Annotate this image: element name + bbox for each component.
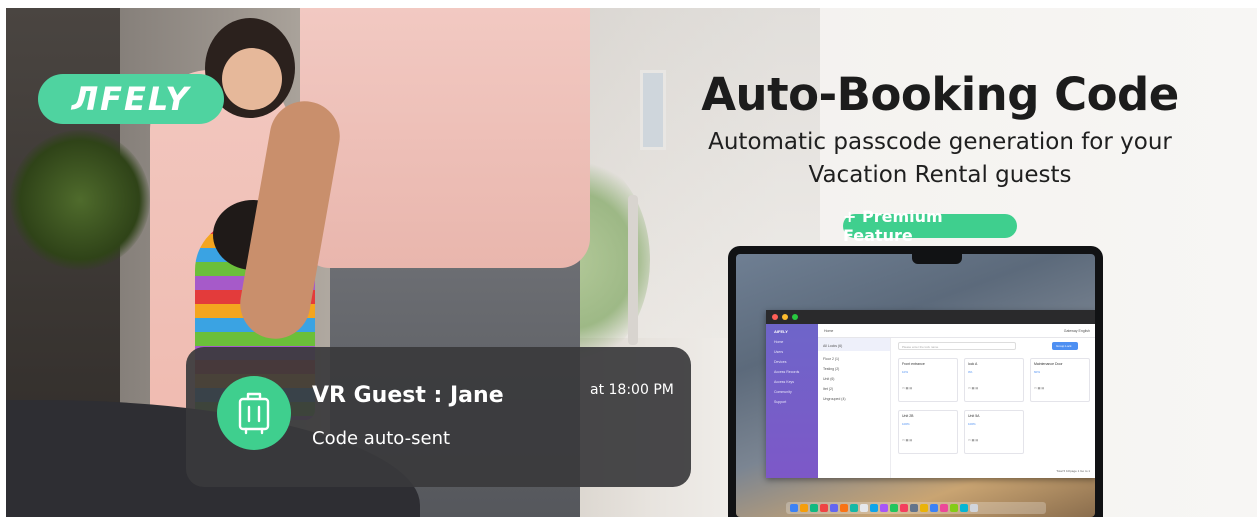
lock-search-input: Please enter the lock name <box>898 342 1016 350</box>
dock-app-icon <box>940 504 948 512</box>
sidebar-item-devices: Devices <box>774 360 787 364</box>
dock-app-icon <box>830 504 838 512</box>
brand-logo-text: ЛFELY <box>71 80 191 118</box>
laptop-screen: AIFELY Home Users Devices Access Records… <box>736 254 1095 517</box>
sidebar-item-access-keys: Access Keys <box>774 380 795 384</box>
group-item: Testing (2) <box>823 367 840 371</box>
notification-title: VR Guest : Jane <box>312 383 504 408</box>
lock-card-name: Unit 2B <box>902 414 914 418</box>
group-item: Ungrouped (4) <box>823 397 846 401</box>
lock-card: Unit 5A 100% ▭ ▦ ▤ <box>964 410 1024 454</box>
close-dot-icon <box>772 314 778 320</box>
dock-app-icon <box>960 504 968 512</box>
lock-card-actions: ▭ ▦ ▤ <box>968 386 979 390</box>
group-item: All Locks (6) <box>818 338 890 351</box>
lock-card-stat: 0% <box>968 370 973 374</box>
maximize-dot-icon <box>792 314 798 320</box>
dock-app-icon <box>810 504 818 512</box>
laptop-notch <box>912 254 962 264</box>
dock-app-icon <box>900 504 908 512</box>
dock-app-icon <box>850 504 858 512</box>
dock-app-icon <box>930 504 938 512</box>
sidebar-item-community: Community <box>774 390 792 394</box>
lock-card-actions: ▭ ▦ ▤ <box>1034 386 1045 390</box>
dock-app-icon <box>790 504 798 512</box>
sidebar-item-home: Home <box>774 340 784 344</box>
app-brand: AIFELY <box>774 329 788 334</box>
lock-card-actions: ▭ ▦ ▤ <box>902 386 913 390</box>
group-lock-button: Group Lock <box>1052 342 1078 350</box>
lock-card-stat: 100% <box>902 422 910 426</box>
subtitle-line-2: Vacation Rental guests <box>808 161 1072 188</box>
lock-card-name: Maintenance Door <box>1034 362 1063 366</box>
suitcase-handle <box>628 195 638 345</box>
dock-app-icon <box>920 504 928 512</box>
lock-card-name: Unit 5A <box>968 414 980 418</box>
pagination: Total 5 10/page 1 Go to 1 <box>1056 469 1090 473</box>
dock-app-icon <box>840 504 848 512</box>
lock-card-name: lock A <box>968 362 978 366</box>
group-item: Unit (6) <box>823 377 835 381</box>
headline-block: Auto-Booking Code Automatic passcode gen… <box>660 70 1220 192</box>
app-titlebar <box>766 310 1095 324</box>
dock-app-icon <box>890 504 898 512</box>
sidebar-item-access-records: Access Records <box>774 370 800 374</box>
lock-card-stat: 10% <box>902 370 909 374</box>
minimize-dot-icon <box>782 314 788 320</box>
premium-feature-badge: + Premium Feature <box>843 207 1017 245</box>
sidebar-item-users: Users <box>774 350 784 354</box>
person-woman-face <box>222 48 282 110</box>
app-top-right: Gateway English <box>1063 329 1090 333</box>
app-topbar: Home Gateway English <box>818 324 1095 338</box>
lock-card-actions: ▭ ▦ ▤ <box>968 438 979 442</box>
lock-card-actions: ▭ ▦ ▤ <box>902 438 913 442</box>
group-item: Itet (2) <box>823 387 834 391</box>
lock-card: Unit 2B 100% ▭ ▦ ▤ <box>898 410 958 454</box>
macos-dock <box>786 502 1046 514</box>
lock-card: Maintenance Door 60% ▭ ▦ ▤ <box>1030 358 1090 402</box>
dock-app-icon <box>880 504 888 512</box>
group-item: Floor 2 (1) <box>823 357 840 361</box>
dock-app-icon <box>860 504 868 512</box>
app-sidebar: AIFELY Home Users Devices Access Records… <box>766 324 818 478</box>
lock-card-name: Front entrance <box>902 362 925 366</box>
dock-app-icon <box>870 504 878 512</box>
dock-app-icon <box>800 504 808 512</box>
lock-card-stat: 100% <box>968 422 976 426</box>
sidebar-item-support: Support <box>774 400 787 404</box>
lock-card: lock A 0% ▭ ▦ ▤ <box>964 358 1024 402</box>
person-man-shirt <box>300 8 590 268</box>
background-plant <box>10 130 150 270</box>
dock-app-icon <box>970 504 978 512</box>
dock-app-icon <box>950 504 958 512</box>
lock-card-stat: 60% <box>1034 370 1041 374</box>
lock-card: Front entrance 10% ▭ ▦ ▤ <box>898 358 958 402</box>
app-top-title: Home <box>824 329 834 333</box>
dock-app-icon <box>910 504 918 512</box>
promo-banner: ЛFELY Auto-Booking Code Automatic passco… <box>0 0 1257 517</box>
notification-body: Code auto-sent <box>312 428 451 449</box>
dock-app-icon <box>820 504 828 512</box>
page-title: Auto-Booking Code <box>701 68 1179 121</box>
laptop-mockup: AIFELY Home Users Devices Access Records… <box>728 246 1103 517</box>
app-window: AIFELY Home Users Devices Access Records… <box>766 310 1095 478</box>
suitcase-icon <box>217 376 291 450</box>
brand-logo: ЛFELY <box>38 74 224 124</box>
notification-time: at 18:00 PM <box>590 382 674 398</box>
subtitle-line-1: Automatic passcode generation for your <box>708 128 1172 155</box>
lock-group-list: All Locks (6) Floor 2 (1) Testing (2) Un… <box>818 338 891 478</box>
